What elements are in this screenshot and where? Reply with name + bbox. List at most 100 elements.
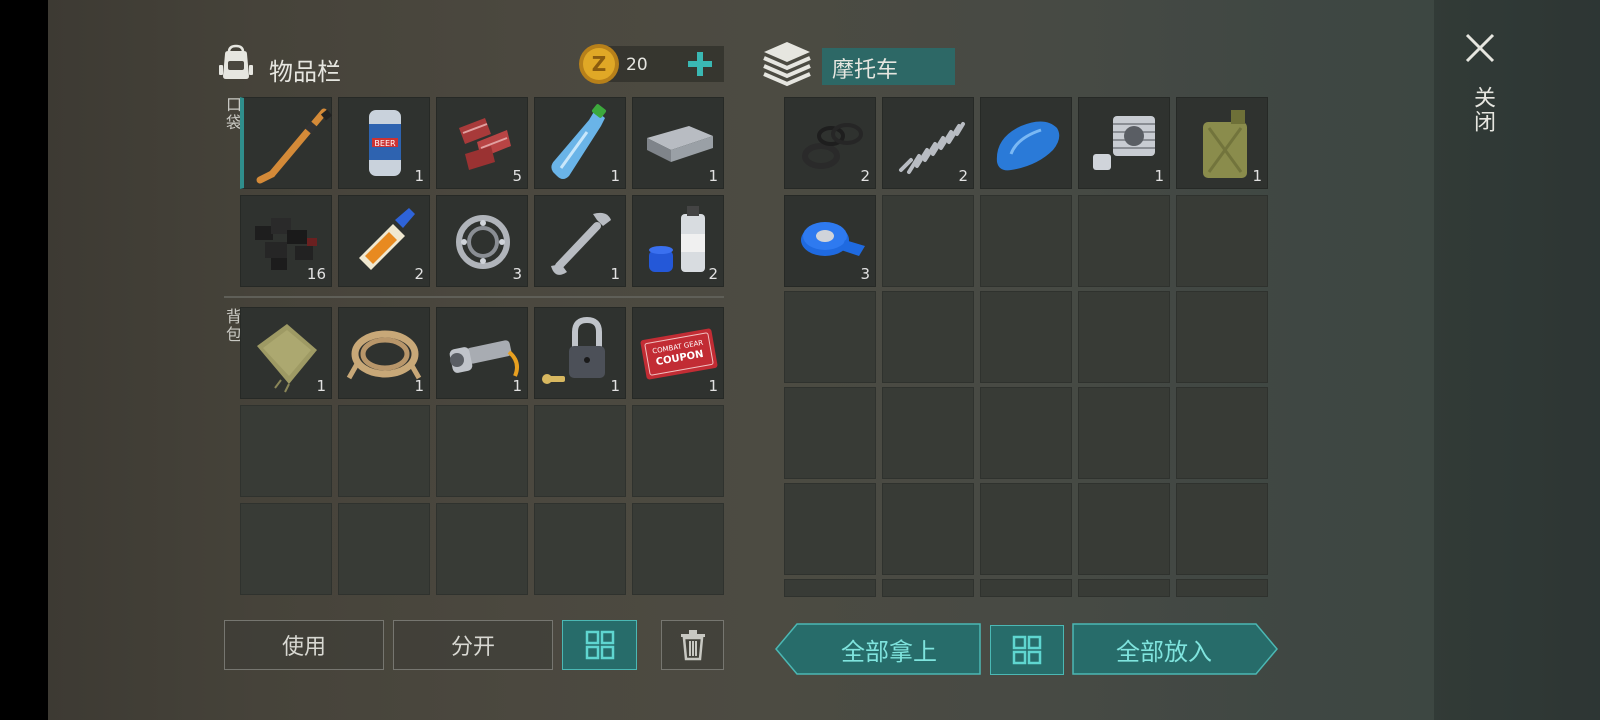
item-quantity: 2 [414, 265, 424, 283]
backpack-icon [219, 44, 253, 79]
empty-slot[interactable] [1176, 387, 1268, 479]
inventory-title: 物品栏 [269, 58, 341, 86]
empty-slot[interactable] [1078, 579, 1170, 597]
close-icon [1465, 33, 1495, 63]
pocket-slot[interactable]: 1 [632, 97, 724, 189]
hockey-stick-icon [256, 108, 333, 184]
empty-slot[interactable] [784, 387, 876, 479]
backpack-slot[interactable]: 1 [240, 307, 332, 399]
empty-slot[interactable] [1078, 195, 1170, 287]
item-quantity: 1 [708, 377, 718, 395]
take-all-label: 全部拿上 [841, 637, 937, 666]
coin-count: 20 [626, 55, 648, 75]
empty-slot[interactable] [1078, 387, 1170, 479]
item-quantity: 3 [860, 265, 870, 283]
plus-icon[interactable] [686, 50, 714, 78]
side-panel [1434, 0, 1600, 720]
vehicle-slot[interactable]: 3 [784, 195, 876, 287]
empty-slot[interactable] [436, 405, 528, 497]
pocket-slot[interactable]: 1 [534, 97, 626, 189]
put-all-button[interactable]: 全部放入 [1072, 623, 1278, 675]
vehicle-slot[interactable]: 2 [882, 97, 974, 189]
empty-slot[interactable] [534, 503, 626, 595]
empty-slot[interactable] [784, 483, 876, 575]
svg-text:Z: Z [592, 52, 607, 76]
empty-slot[interactable] [980, 195, 1072, 287]
empty-slot[interactable] [240, 405, 332, 497]
vehicle-slot[interactable]: 1 [1176, 97, 1268, 189]
item-quantity: 1 [610, 167, 620, 185]
pocket-slot[interactable]: 3 [436, 195, 528, 287]
pocket-slot[interactable]: 1 [534, 195, 626, 287]
pocket-slot[interactable]: 2 [632, 195, 724, 287]
pocket-slot[interactable]: BEER 1 [338, 97, 430, 189]
section-divider [224, 296, 724, 298]
item-quantity: 2 [860, 167, 870, 185]
empty-slot[interactable] [338, 503, 430, 595]
empty-slot[interactable] [1176, 483, 1268, 575]
backpack-slot[interactable]: 1 [436, 307, 528, 399]
trash-icon [680, 630, 705, 661]
empty-slot[interactable] [784, 579, 876, 597]
empty-slot[interactable] [1176, 291, 1268, 383]
item-quantity: 16 [306, 265, 326, 283]
grid-sort-icon [585, 630, 614, 660]
backpack-slot[interactable]: 1 [534, 307, 626, 399]
empty-slot[interactable] [338, 405, 430, 497]
vehicle-slot[interactable]: 1 [1078, 97, 1170, 189]
empty-slot[interactable] [632, 503, 724, 595]
fuel-tank-icon [996, 121, 1060, 171]
empty-slot[interactable] [980, 579, 1072, 597]
vehicle-slot[interactable] [980, 97, 1072, 189]
vehicle-sort-button[interactable] [990, 625, 1064, 675]
empty-slot[interactable] [980, 483, 1072, 575]
empty-slot[interactable] [882, 387, 974, 479]
item-quantity: 5 [512, 167, 522, 185]
svg-text:BEER: BEER [374, 139, 396, 148]
empty-slot[interactable] [980, 291, 1072, 383]
item-quantity: 1 [316, 377, 326, 395]
storage-box-icon [763, 42, 811, 87]
pocket-slot[interactable]: 16 [240, 195, 332, 287]
grid-sort-icon [1012, 635, 1042, 665]
inventory-sort-button[interactable] [562, 620, 637, 670]
empty-slot[interactable] [632, 405, 724, 497]
game-screen: 物品栏 Z 20 口袋 背包 BEER 1 5 1 1 16 2 3 1 2 1… [0, 0, 1600, 720]
empty-slot[interactable] [882, 483, 974, 575]
empty-slot[interactable] [1078, 483, 1170, 575]
item-quantity: 3 [512, 265, 522, 283]
pocket-slot[interactable]: 5 [436, 97, 528, 189]
vehicle-title: 摩托车 [832, 58, 899, 83]
empty-slot[interactable] [784, 291, 876, 383]
close-button[interactable]: 关闭 [1460, 28, 1500, 148]
empty-slot[interactable] [980, 387, 1072, 479]
use-button[interactable]: 使用 [224, 620, 384, 670]
empty-slot[interactable] [882, 291, 974, 383]
item-quantity: 1 [414, 167, 424, 185]
put-all-label: 全部放入 [1116, 637, 1212, 666]
backpack-slot[interactable]: 1 [338, 307, 430, 399]
coin-icon: Z [579, 44, 619, 84]
pocket-slot[interactable]: 2 [338, 195, 430, 287]
empty-slot[interactable] [1176, 579, 1268, 597]
empty-slot[interactable] [534, 405, 626, 497]
empty-slot[interactable] [1176, 195, 1268, 287]
vehicle-slot[interactable]: 2 [784, 97, 876, 189]
close-label: 关闭 [1470, 86, 1495, 134]
item-quantity: 1 [610, 265, 620, 283]
item-quantity: 1 [708, 167, 718, 185]
empty-slot[interactable] [882, 195, 974, 287]
empty-slot[interactable] [240, 503, 332, 595]
trash-button[interactable] [661, 620, 724, 670]
empty-slot[interactable] [436, 503, 528, 595]
take-all-button[interactable]: 全部拿上 [775, 623, 981, 675]
item-quantity: 1 [1252, 167, 1262, 185]
item-quantity: 1 [610, 377, 620, 395]
pocket-slot[interactable] [240, 97, 333, 189]
item-quantity: 2 [958, 167, 968, 185]
split-button[interactable]: 分开 [393, 620, 553, 670]
item-quantity: 1 [1154, 167, 1164, 185]
empty-slot[interactable] [882, 579, 974, 597]
backpack-slot[interactable]: COMBAT GEAR COUPON 1 [632, 307, 724, 399]
empty-slot[interactable] [1078, 291, 1170, 383]
